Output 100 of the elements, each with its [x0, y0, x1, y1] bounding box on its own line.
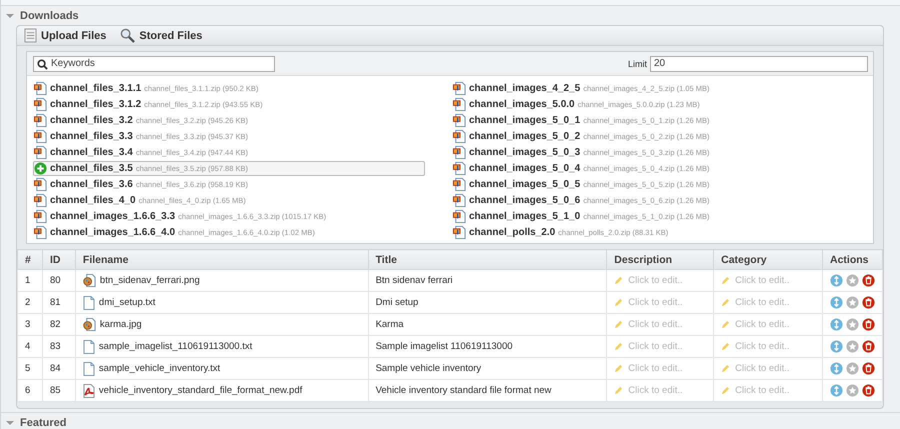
filename-text: karma.jpg: [100, 319, 142, 330]
archive-file-icon: [453, 226, 466, 239]
column-header: Description: [606, 250, 714, 270]
id-cell: 83: [42, 336, 76, 358]
archive-file-icon: [34, 194, 47, 207]
pencil-icon: [721, 276, 730, 285]
row-number: 2: [18, 292, 42, 314]
title-cell: Sample imagelist 110619113000: [368, 336, 607, 358]
archive-file-icon: [34, 82, 47, 95]
search-icon: [37, 58, 48, 70]
pencil-icon: [614, 298, 624, 307]
delete-icon[interactable]: [862, 340, 875, 353]
archive-file-icon: [453, 146, 466, 159]
archive-file-icon: [453, 82, 466, 95]
archive-file-icon: [34, 130, 47, 143]
upload-files-button[interactable]: Upload Files: [24, 28, 106, 43]
file-name: channel_files_4_0: [50, 195, 136, 206]
pdf-file-icon: [82, 384, 95, 398]
archive-file-icon: [34, 178, 47, 191]
move-icon[interactable]: [830, 362, 843, 375]
move-icon[interactable]: [830, 340, 843, 353]
title-cell: Karma: [368, 314, 607, 336]
archive-file-icon: [453, 194, 466, 207]
archive-file-icon: [34, 226, 47, 239]
caret-icon[interactable]: [6, 418, 14, 426]
document-icon: [82, 362, 95, 376]
search-icon: [120, 28, 136, 43]
file-name: channel_images_1.6.6_3.3: [50, 211, 176, 222]
star-icon[interactable]: [846, 340, 859, 353]
pencil-icon: [721, 298, 730, 307]
star-icon[interactable]: [846, 318, 859, 331]
archive-file-icon: [453, 210, 466, 223]
delete-icon[interactable]: [862, 274, 875, 287]
file-name: channel_files_3.1.2: [50, 99, 142, 110]
image-file-icon: [82, 274, 96, 287]
title-cell: Sample vehicle inventory: [368, 358, 607, 380]
file-name: channel_files_3.3: [50, 131, 133, 142]
file-name: channel_files_3.6: [50, 179, 133, 190]
id-cell: 85: [42, 380, 76, 402]
move-icon[interactable]: [830, 384, 843, 397]
keywords-search-field[interactable]: Keywords: [33, 56, 275, 72]
archive-file-icon: [453, 130, 466, 143]
add-icon: [34, 162, 47, 175]
move-icon[interactable]: [830, 296, 843, 309]
row-number: 5: [18, 358, 42, 380]
delete-icon[interactable]: [862, 296, 875, 309]
pencil-icon: [721, 320, 730, 329]
title-cell: Dmi setup: [368, 292, 607, 314]
file-name: channel_files_3.5: [50, 163, 133, 174]
pencil-icon: [614, 320, 624, 329]
id-cell: 82: [42, 314, 76, 336]
star-icon[interactable]: [846, 384, 859, 397]
section-title: Downloads: [20, 10, 79, 22]
archive-file-icon: [453, 98, 466, 111]
file-name: channel_images_1.6.6_4.0: [50, 227, 176, 238]
section-title: Featured: [20, 416, 66, 428]
column-header: Filename: [75, 250, 368, 270]
delete-icon[interactable]: [862, 318, 875, 331]
archive-file-icon: [34, 114, 47, 127]
column-header: Category: [714, 250, 822, 270]
pencil-icon: [721, 364, 730, 373]
row-number: 3: [18, 314, 42, 336]
star-icon[interactable]: [846, 274, 859, 287]
row-number: 4: [18, 336, 42, 358]
star-icon[interactable]: [846, 296, 859, 309]
archive-file-icon: [453, 178, 466, 191]
stored-files-button[interactable]: Stored Files: [120, 28, 202, 43]
file-name: channel_images_4_2_5: [469, 83, 580, 94]
document-icon: [82, 296, 95, 310]
file-name: channel_images_5_0_2: [469, 131, 580, 142]
file-name: channel_images_5_0_1: [469, 115, 580, 126]
column-header: Actions: [822, 250, 882, 270]
file-name: channel_images_5_0_6: [469, 195, 580, 206]
document-icon: [82, 340, 95, 354]
filename-text: btn_sidenav_ferrari.png: [100, 275, 200, 286]
file-name: channel_files_3.1.1: [50, 83, 142, 94]
archive-file-icon: [453, 114, 466, 127]
limit-field[interactable]: 20: [650, 56, 868, 72]
delete-icon[interactable]: [862, 362, 875, 375]
title-cell: Vehicle inventory standard file format new: [368, 380, 607, 402]
move-icon[interactable]: [830, 318, 843, 331]
filename-text: vehicle_inventory_standard_file_format_new.pdf: [98, 385, 302, 396]
filename-text: sample_vehicle_inventory.txt: [98, 363, 220, 374]
id-cell: 84: [42, 358, 76, 380]
move-icon[interactable]: [830, 274, 843, 287]
caret-icon[interactable]: [6, 12, 14, 20]
delete-icon[interactable]: [862, 384, 875, 397]
pencil-icon: [614, 342, 624, 351]
pencil-icon: [614, 364, 624, 373]
file-name: channel_images_5_0_5: [469, 179, 580, 190]
file-name: channel_images_5_0_4: [469, 163, 580, 174]
column-header: #: [18, 250, 42, 270]
title-cell: Btn sidenav ferrari: [368, 270, 607, 292]
star-icon[interactable]: [846, 362, 859, 375]
id-cell: 80: [42, 270, 76, 292]
file-name: channel_files_3.2: [50, 115, 133, 126]
file-name: channel_images_5_1_0: [469, 211, 580, 222]
row-number: 1: [18, 270, 42, 292]
archive-file-icon: [34, 210, 47, 223]
image-file-icon: [82, 318, 96, 331]
